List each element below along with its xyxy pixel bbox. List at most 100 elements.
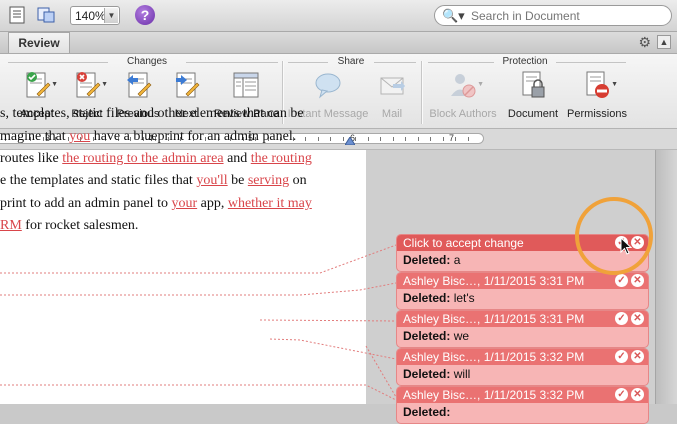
- permissions-button[interactable]: ▼ Permissions: [566, 70, 628, 120]
- leader-line: [269, 338, 397, 360]
- leader-line: [0, 282, 397, 296]
- change-balloon[interactable]: Ashley Bisc…, 1/11/2015 3:32 PM ✓ ✕ Deleted…: [396, 386, 649, 424]
- group-title-share: Share: [337, 56, 365, 67]
- search-input[interactable]: [471, 7, 661, 24]
- review-pane-icon: [233, 72, 259, 98]
- highlight-circle: [575, 197, 653, 275]
- mail-button[interactable]: Mail: [372, 70, 412, 120]
- ribbon-tab-bar: Review ⚙ ▲: [0, 32, 677, 54]
- zoom-value: 140%: [75, 9, 106, 23]
- mail-icon: [380, 77, 405, 95]
- deleted-text: let's: [453, 291, 475, 305]
- text-run: magine that: [0, 129, 70, 144]
- leader-line: [365, 345, 397, 398]
- ruler-tick: [318, 137, 319, 141]
- deleted-text: will: [453, 367, 471, 381]
- search-box[interactable]: 🔍▾: [434, 5, 672, 26]
- document-protection-button[interactable]: Document: [506, 70, 560, 120]
- document-text-line[interactable]: magine that you have a blueprint for an …: [0, 129, 296, 145]
- balloon-body: Deleted: we: [397, 327, 648, 347]
- chevron-down-icon[interactable]: ▼: [104, 8, 118, 23]
- ruler-tick: [343, 137, 344, 141]
- change-balloon[interactable]: Ashley Bisc…, 1/11/2015 3:31 PM ✓ ✕ Deleted…: [396, 310, 649, 348]
- ruler-tick: [368, 137, 369, 141]
- accept-check-icon[interactable]: ✓: [615, 388, 628, 401]
- document-text-line[interactable]: s, templates, static files and other ele…: [0, 106, 304, 122]
- ruler-tick: [330, 137, 331, 141]
- top-toolbar: 140% ▼ ? 🔍▾: [0, 0, 677, 32]
- group-title-changes: Changes: [126, 56, 168, 67]
- search-icon[interactable]: 🔍▾: [442, 8, 465, 24]
- leader-line: [0, 384, 397, 401]
- zoom-select[interactable]: 140% ▼: [70, 6, 120, 25]
- ruler-tick: [430, 137, 431, 141]
- balloon-header-text: Ashley Bisc…, 1/11/2015 3:31 PM: [403, 312, 585, 326]
- ruler-tick: [355, 137, 356, 141]
- block-authors-icon: [451, 74, 476, 98]
- reject-x-icon[interactable]: ✕: [631, 274, 644, 287]
- balloon-body: Deleted: let's: [397, 289, 648, 309]
- deleted-text: a: [453, 253, 461, 267]
- balloon-body: Deleted:: [397, 403, 648, 423]
- group-title-protection: Protection: [502, 56, 548, 67]
- balloon-header[interactable]: Ashley Bisc…, 1/11/2015 3:31 PM ✓ ✕: [397, 311, 648, 327]
- tab-stop-marker-icon[interactable]: [345, 137, 355, 145]
- change-balloon[interactable]: Ashley Bisc…, 1/11/2015 3:32 PM ✓ ✕ Deleted…: [396, 348, 649, 386]
- balloon-label: Deleted:: [403, 253, 451, 267]
- balloon-header[interactable]: Ashley Bisc…, 1/11/2015 3:32 PM ✓ ✕: [397, 387, 648, 403]
- text-run: s, templates, static files and other ele…: [0, 106, 304, 121]
- balloon-header[interactable]: Ashley Bisc…, 1/11/2015 3:31 PM ✓ ✕: [397, 273, 648, 289]
- ruler-tick: [380, 137, 381, 141]
- permissions-label: Permissions: [567, 108, 627, 120]
- inserted-text: you: [69, 129, 91, 144]
- next-change-icon: [176, 72, 200, 98]
- balloon-label: Deleted:: [403, 329, 451, 343]
- ruler-tick: [468, 137, 469, 141]
- ruler-tick: [393, 137, 394, 141]
- accept-change-icon: [26, 72, 51, 98]
- balloon-header-text: Ashley Bisc…, 1/11/2015 3:31 PM: [403, 274, 585, 288]
- document-view-icon[interactable]: [8, 6, 28, 24]
- balloon-label: Deleted:: [403, 291, 451, 305]
- accept-check-icon[interactable]: ✓: [615, 312, 628, 325]
- balloon-body: Deleted: will: [397, 365, 648, 385]
- balloon-header-text: Ashley Bisc…, 1/11/2015 3:32 PM: [403, 388, 585, 402]
- mail-label: Mail: [381, 108, 403, 120]
- accept-check-icon[interactable]: ✓: [615, 350, 628, 363]
- deleted-text: we: [453, 329, 470, 343]
- balloon-header-text: Click to accept change: [403, 236, 524, 250]
- ruler-tick: [455, 137, 456, 141]
- balloon-label: Deleted:: [403, 367, 451, 381]
- ruler-tick: [443, 137, 444, 141]
- collapse-ribbon-icon[interactable]: ▲: [657, 35, 671, 49]
- publish-layout-icon[interactable]: [36, 6, 56, 24]
- balloon-label: Deleted:: [403, 405, 451, 419]
- ruler-tick: [418, 137, 419, 141]
- accept-check-icon[interactable]: ✓: [615, 274, 628, 287]
- mouse-pointer-icon: [620, 237, 632, 255]
- text-run: have a blueprint for an admin panel.: [90, 129, 297, 144]
- gear-icon[interactable]: ⚙: [638, 34, 651, 51]
- ruler-tick: [305, 137, 306, 141]
- balloon-header-text: Ashley Bisc…, 1/11/2015 3:32 PM: [403, 350, 585, 364]
- chat-bubble-icon: [315, 73, 341, 99]
- reject-x-icon[interactable]: ✕: [631, 388, 644, 401]
- change-balloon[interactable]: Ashley Bisc…, 1/11/2015 3:31 PM ✓ ✕ Deleted…: [396, 272, 649, 310]
- vertical-scrollbar[interactable]: [655, 150, 677, 404]
- help-icon[interactable]: ?: [135, 5, 155, 25]
- leader-line: [259, 319, 397, 322]
- ruler-tick: [405, 137, 406, 141]
- balloon-header[interactable]: Ashley Bisc…, 1/11/2015 3:32 PM ✓ ✕: [397, 349, 648, 365]
- permissions-icon: [586, 71, 609, 98]
- document-label: Document: [507, 108, 559, 120]
- block-authors-button[interactable]: ▼ Block Authors: [428, 70, 498, 120]
- lock-document-icon: [522, 71, 545, 98]
- tab-review[interactable]: Review: [8, 32, 70, 53]
- leader-line: [0, 244, 397, 274]
- reject-x-icon[interactable]: ✕: [631, 350, 644, 363]
- ruler-number: 7: [449, 133, 455, 143]
- reject-change-icon: [76, 72, 101, 98]
- previous-change-icon: [127, 72, 152, 98]
- reject-x-icon[interactable]: ✕: [631, 312, 644, 325]
- block-authors-label: Block Authors: [429, 108, 497, 120]
